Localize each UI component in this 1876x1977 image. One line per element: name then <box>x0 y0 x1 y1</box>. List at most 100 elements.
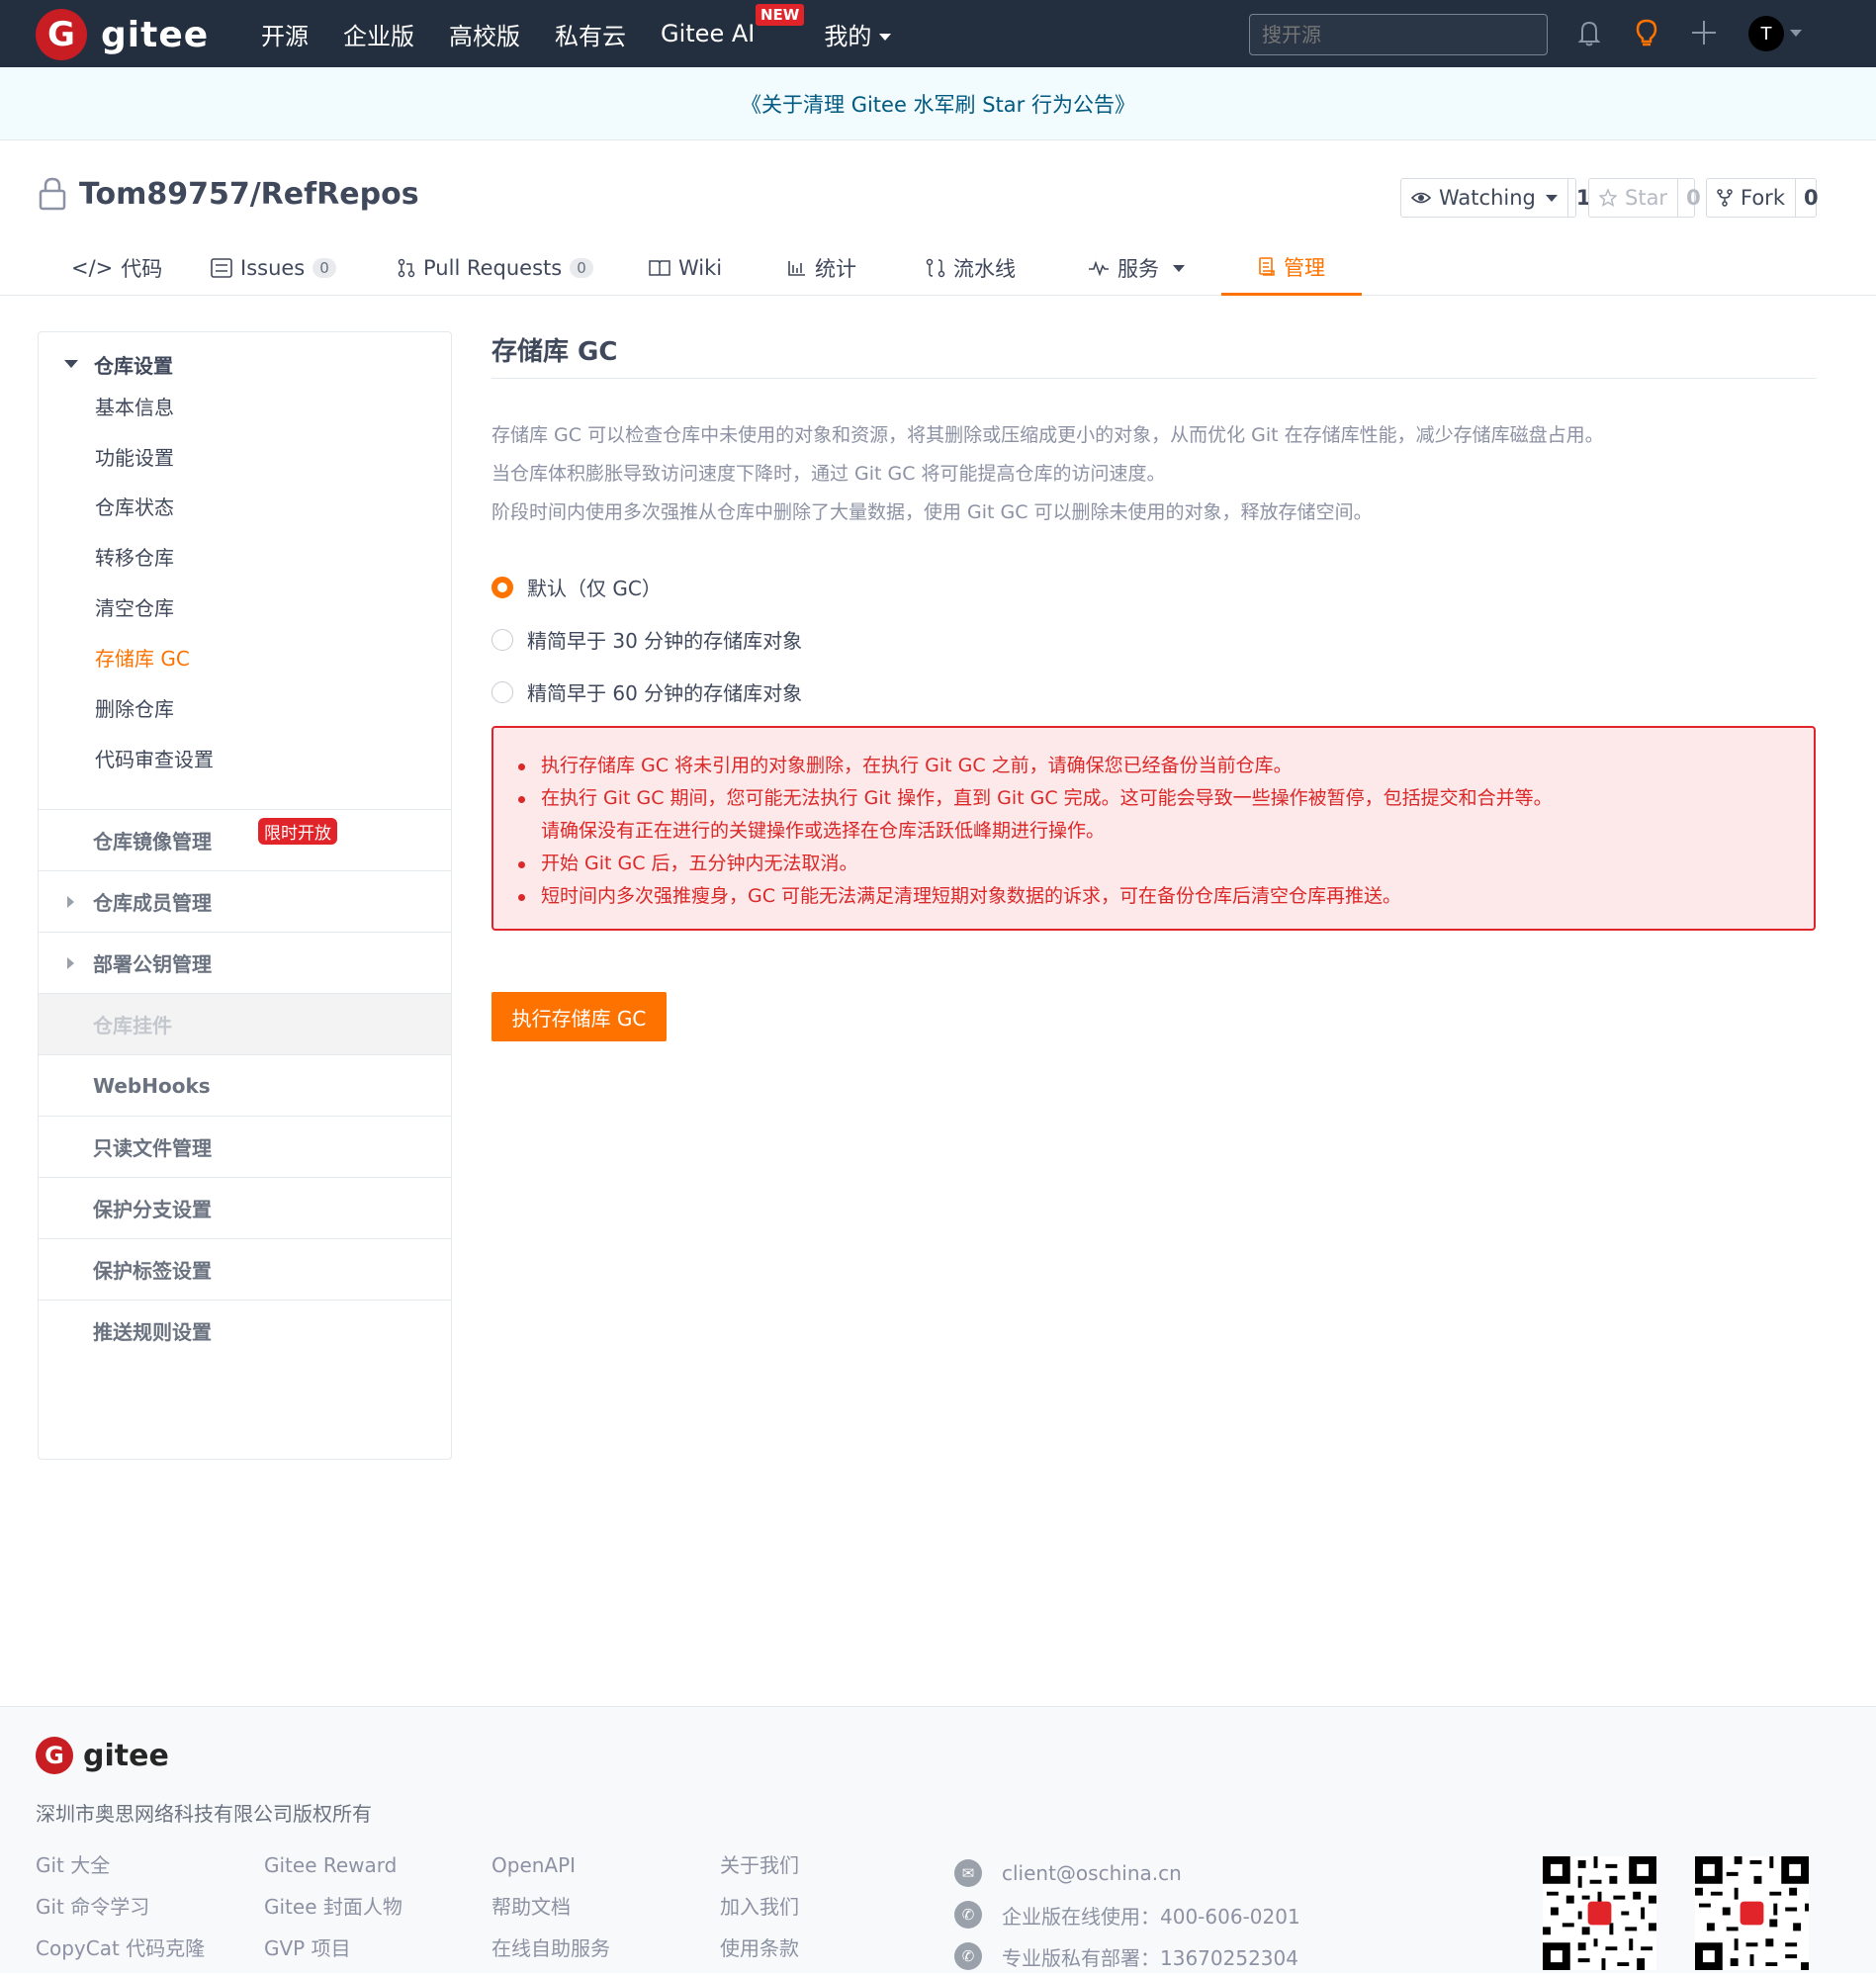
chevron-down-icon <box>879 34 892 41</box>
star-button[interactable]: Star 0 <box>1588 178 1701 218</box>
warning-list: 执行存储库 GC 将未引用的对象删除，在执行 Git GC 之前，请确保您已经备… <box>518 750 1814 913</box>
sidebar-item-code-review[interactable]: 代码审查设置 <box>95 744 214 772</box>
mail-icon: ✉ <box>954 1859 982 1887</box>
warning-item: 在执行 Git GC 期间，您可能无法执行 Git 操作，直到 Git GC 完… <box>518 782 1814 815</box>
nav-enterprise[interactable]: 企业版 <box>343 17 414 51</box>
footer-logo[interactable]: G gitee <box>36 1737 169 1774</box>
gitee-logo-icon: G <box>36 1737 73 1774</box>
sidebar-item-protected-tags[interactable]: 保护标签设置 <box>39 1238 451 1300</box>
avatar-chevron-down-icon[interactable] <box>1790 30 1802 37</box>
sidebar-item-basic-info[interactable]: 基本信息 <box>95 392 174 420</box>
nav-opensource[interactable]: 开源 <box>261 17 309 51</box>
footer-link[interactable]: Git 大全 <box>36 1852 205 1894</box>
announcement-link[interactable]: 《关于清理 Gitee 水军刷 Star 行为公告》 <box>741 89 1135 119</box>
gc-description: 存储库 GC 可以检查仓库中未使用的对象和资源，将其删除或压缩成更小的对象，从而… <box>491 416 1817 532</box>
footer-link[interactable]: Git 命令学习 <box>36 1894 205 1935</box>
sidebar-section-repo-settings[interactable]: 仓库设置 <box>39 334 451 394</box>
sidebar-item-members[interactable]: 仓库成员管理 <box>39 870 451 932</box>
contact-enterprise-phone: ✆ 企业版在线使用：400-606-0201 <box>954 1894 1300 1935</box>
sidebar-item-deploy-keys[interactable]: 部署公钥管理 <box>39 932 451 993</box>
footer-link[interactable]: 加入我们 <box>720 1894 799 1935</box>
warning-item: 请确保没有正在进行的关键操作或选择在仓库活跃低峰期进行操作。 <box>541 820 1106 842</box>
new-badge: NEW <box>755 4 805 26</box>
footer-link[interactable]: GVP 项目 <box>264 1935 402 1977</box>
gc-option-label: 精简早于 30 分钟的存储库对象 <box>527 629 803 653</box>
sidebar-item-transfer[interactable]: 转移仓库 <box>95 542 174 571</box>
sidebar-mirror-label: 仓库镜像管理 <box>93 830 212 854</box>
main-nav: 开源 企业版 高校版 私有云 Gitee AI NEW 我的 <box>261 0 926 67</box>
sidebar-item-gc[interactable]: 存储库 GC <box>95 643 190 672</box>
sidebar-item-clear[interactable]: 清空仓库 <box>95 592 174 621</box>
gc-option-prune-30[interactable]: 精简早于 30 分钟的存储库对象 <box>491 625 802 654</box>
footer-link[interactable]: 在线自助服务 <box>491 1935 610 1977</box>
phone-icon: ✆ <box>954 1942 982 1970</box>
radio-unchecked[interactable] <box>491 628 513 651</box>
radio-checked[interactable] <box>491 576 513 598</box>
tab-stats-label: 统计 <box>815 257 856 281</box>
sidebar-item-protected-branches[interactable]: 保护分支设置 <box>39 1177 451 1238</box>
eye-icon <box>1411 192 1431 204</box>
sidebar-item-features[interactable]: 功能设置 <box>95 442 174 471</box>
sidebar-item-push-rules[interactable]: 推送规则设置 <box>39 1300 451 1361</box>
nav-gitee-ai[interactable]: Gitee AI NEW <box>661 4 805 47</box>
contact-email[interactable]: ✉ client@oschina.cn <box>954 1852 1300 1894</box>
tab-code[interactable]: </> 代码 <box>71 240 162 296</box>
watch-button[interactable]: Watching 1 <box>1400 178 1590 218</box>
footer-link[interactable]: 帮助文档 <box>491 1894 610 1935</box>
radio-unchecked[interactable] <box>491 680 513 703</box>
repo-name[interactable]: Tom89757/RefRepos <box>79 177 419 212</box>
gc-option-default[interactable]: 默认（仅 GC） <box>491 573 662 601</box>
gitee-logo[interactable]: G gitee <box>36 9 209 60</box>
repo-header: Tom89757/RefRepos Watching 1 Star 0 Fork… <box>0 140 1876 296</box>
tab-pull-requests[interactable]: Pull Requests 0 <box>398 240 593 296</box>
tab-stats[interactable]: 统计 <box>787 240 856 296</box>
star-label-wrap: Star <box>1589 179 1677 217</box>
gitee-logo-icon: G <box>36 9 87 60</box>
nav-mine[interactable]: 我的 <box>824 17 892 51</box>
sidebar-item-delete[interactable]: 删除仓库 <box>95 693 174 722</box>
footer-link[interactable]: 使用条款 <box>720 1935 799 1977</box>
gc-option-label: 精简早于 60 分钟的存储库对象 <box>527 681 803 705</box>
lightbulb-icon[interactable] <box>1630 16 1663 49</box>
sidebar-item-plugins: 仓库挂件 <box>39 993 451 1054</box>
services-chevron-down-icon <box>1173 264 1185 272</box>
caret-right-icon <box>67 895 74 908</box>
watch-label-wrap: Watching <box>1401 179 1567 217</box>
manage-icon <box>1259 256 1275 276</box>
tab-manage[interactable]: 管理 <box>1221 240 1362 296</box>
gc-option-prune-60[interactable]: 精简早于 60 分钟的存储库对象 <box>491 677 802 706</box>
nav-private-cloud[interactable]: 私有云 <box>555 17 626 51</box>
pull-requests-count-badge: 0 <box>570 258 593 278</box>
sidebar-item-webhooks[interactable]: WebHooks <box>39 1054 451 1116</box>
settings-sidebar: 仓库设置 基本信息 功能设置 仓库状态 转移仓库 清空仓库 存储库 GC 删除仓… <box>38 331 452 1460</box>
footer-link[interactable]: Gitee 封面人物 <box>264 1894 402 1935</box>
tab-issues[interactable]: Issues 0 <box>211 240 336 296</box>
star-icon <box>1599 189 1617 207</box>
footer-link[interactable]: OpenAPI <box>491 1852 610 1894</box>
sidebar-members-label: 仓库成员管理 <box>93 891 212 915</box>
avatar[interactable]: T <box>1748 16 1784 51</box>
footer-link[interactable]: CopyCat 代码克隆 <box>36 1935 205 1977</box>
search-input[interactable] <box>1249 14 1548 55</box>
sidebar-item-readonly-files[interactable]: 只读文件管理 <box>39 1116 451 1177</box>
tab-services[interactable]: 服务 <box>1088 240 1185 296</box>
footer-link[interactable]: Gitee Reward <box>264 1852 402 1894</box>
run-gc-button[interactable]: 执行存储库 GC <box>491 992 667 1041</box>
bell-icon[interactable] <box>1572 16 1606 49</box>
nav-education[interactable]: 高校版 <box>449 17 520 51</box>
tab-pipeline[interactable]: 流水线 <box>926 240 1016 296</box>
plus-icon[interactable] <box>1687 16 1721 49</box>
warning-box: 执行存储库 GC 将未引用的对象删除，在执行 Git GC 之前，请确保您已经备… <box>491 726 1816 931</box>
footer-copyright: 深圳市奥思网络科技有限公司版权所有 <box>36 1802 372 1826</box>
fork-button[interactable]: Fork 0 <box>1706 178 1819 218</box>
fork-count[interactable]: 0 <box>1794 179 1827 217</box>
sidebar-item-mirror[interactable]: 仓库镜像管理 限时开放 <box>39 809 451 870</box>
tab-wiki[interactable]: Wiki <box>649 240 722 296</box>
sidebar-item-repo-status[interactable]: 仓库状态 <box>95 492 174 520</box>
repo-tabs: </> 代码 Issues 0 Pull Requests 0 Wiki 统计 流… <box>0 240 1876 296</box>
footer-link[interactable]: 关于我们 <box>720 1852 799 1894</box>
star-count[interactable]: 0 <box>1677 179 1709 217</box>
gitee-logo-text: gitee <box>101 14 210 55</box>
contact-private-text: 专业版私有部署：13670252304 <box>1002 1945 1298 1970</box>
issues-count-badge: 0 <box>313 258 336 278</box>
